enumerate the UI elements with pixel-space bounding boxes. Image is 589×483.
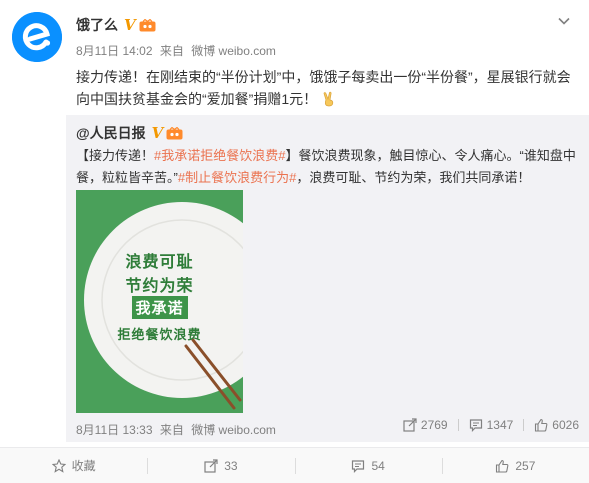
repost-button[interactable]: 33 <box>147 448 294 483</box>
thumbs-up-icon <box>535 418 548 432</box>
divider <box>457 419 459 431</box>
member-badge-icon <box>139 18 156 31</box>
hashtag-link[interactable]: #制止餐饮浪费行为# <box>178 170 296 185</box>
poster-line-2: 节约为荣 <box>125 278 194 295</box>
share-icon <box>204 458 218 473</box>
repost-actions: 2769 1347 6026 <box>393 418 579 432</box>
like-button[interactable]: 257 <box>441 448 589 483</box>
verified-badge-icon: V <box>151 123 164 142</box>
divider <box>523 419 525 431</box>
repost-time[interactable]: 8月11日 13:33 <box>76 423 153 437</box>
post-source[interactable]: 微博 weibo.com <box>191 44 276 58</box>
favorite-label: 收藏 <box>71 459 96 473</box>
repost-meta: 8月11日 13:33 来自 微博 weibo.com <box>76 421 280 438</box>
repost-text-part: ，浪费可耻、节约为荣，我们共同承诺！ <box>296 170 531 185</box>
repost-repost-button[interactable]: 2769 <box>403 418 448 432</box>
eleme-logo-icon <box>12 12 62 62</box>
post-time[interactable]: 8月11日 14:02 <box>76 44 153 58</box>
like-count: 6026 <box>552 418 579 432</box>
post-meta: 8月11日 14:02 来自 微博 weibo.com <box>76 42 280 59</box>
author-row: 饿了么 V <box>76 14 156 36</box>
poster-tag: 我承诺 <box>131 296 188 319</box>
chevron-down-icon[interactable] <box>557 14 571 28</box>
author-avatar[interactable] <box>12 12 62 62</box>
repost-text: 【接力传递！#我承诺拒绝餐饮浪费#】餐饮浪费现象，触目惊心、令人痛心。“谁知盘中… <box>76 145 581 189</box>
thumbs-up-icon <box>496 459 509 473</box>
poster-image[interactable]: 浪费可耻 节约为荣 我承诺 拒绝餐饮浪费 <box>76 190 243 413</box>
repost-comment-button[interactable]: 1347 <box>469 418 514 432</box>
comment-count: 54 <box>371 458 385 473</box>
comment-count: 1347 <box>486 418 514 432</box>
repost-author-name[interactable]: @人民日报 <box>76 123 146 143</box>
post-source-prefix: 来自 <box>159 44 184 58</box>
post-text: 接力传递！在刚结束的“半份计划”中，饿饿子每卖出一份“半份餐”，星展银行就会向中… <box>76 66 580 110</box>
repost-count: 33 <box>224 458 238 473</box>
star-icon <box>51 458 66 473</box>
poster-line-3: 拒绝餐饮浪费 <box>117 327 202 342</box>
author-name[interactable]: 饿了么 <box>76 15 118 35</box>
like-count: 257 <box>515 458 536 473</box>
repost-source[interactable]: 微博 weibo.com <box>191 423 276 437</box>
repost-block: @人民日报 V 【接力传递！#我承诺拒绝餐饮浪费#】餐饮浪费现象，触目惊心、令人… <box>66 115 589 442</box>
comment-button[interactable]: 54 <box>294 448 442 483</box>
weibo-card: 饿了么 V 8月11日 14:02 来自 微博 weibo.com 接力传递！在… <box>0 0 589 483</box>
repost-like-button[interactable]: 6026 <box>534 418 579 432</box>
action-bar: 收藏 33 54 257 <box>0 447 589 483</box>
repost-text-part: 【接力传递！ <box>76 148 155 163</box>
verified-badge-icon: V <box>124 15 136 34</box>
repost-source-prefix: 来自 <box>159 423 184 437</box>
member-badge-icon <box>166 126 183 139</box>
comment-icon <box>352 459 365 473</box>
victory-hand-icon <box>323 91 334 107</box>
repost-author-row: @人民日报 V <box>76 123 183 143</box>
hashtag-link[interactable]: #我承诺拒绝餐饮浪费# <box>154 148 285 163</box>
share-icon <box>403 418 417 432</box>
poster-line-1: 浪费可耻 <box>125 254 194 271</box>
repost-count: 2769 <box>420 418 448 432</box>
favorite-button[interactable]: 收藏 <box>0 448 147 483</box>
comment-icon <box>469 419 482 432</box>
